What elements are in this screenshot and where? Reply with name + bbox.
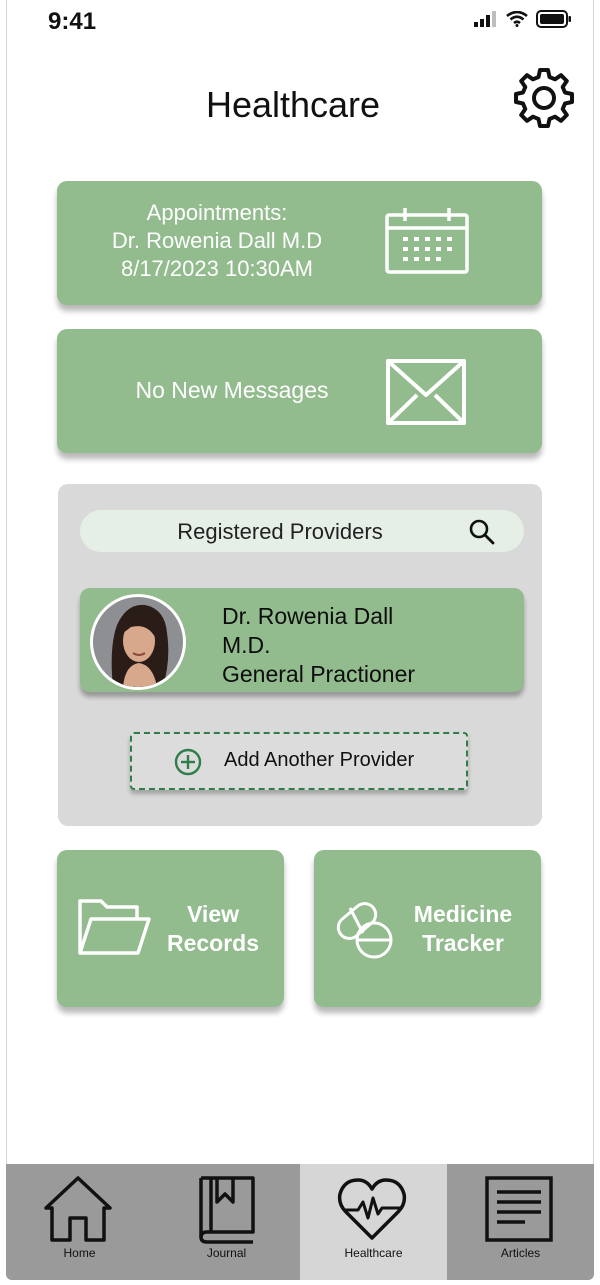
status-icons [474,10,572,28]
home-icon [44,1176,112,1242]
envelope-icon [386,359,466,425]
avatar [90,594,186,690]
medicine-tracker-label-line2: Tracker [422,930,504,956]
add-provider-label: Add Another Provider [224,749,415,771]
medicine-tracker-label-line1: Medicine [413,901,513,927]
nav-journal[interactable]: Journal [153,1164,300,1280]
status-time: 9:41 [48,8,97,35]
provider-specialty: General Practioner [222,661,416,687]
nav-articles-label: Articles [500,1246,541,1260]
signal-icon [474,11,496,27]
search-icon[interactable] [468,518,496,546]
nav-articles[interactable]: Articles [447,1164,594,1280]
provider-photo [93,597,183,687]
plus-circle-icon [174,748,202,776]
appointment-doctor: Dr. Rowenia Dall M.D [111,228,323,253]
heart-pulse-icon [337,1178,407,1240]
medicine-tracker-label: Medicine Tracker [398,900,528,958]
nav-home[interactable]: Home [6,1164,153,1280]
view-records-button[interactable]: View Records [57,850,284,1007]
calendar-icon [385,208,469,274]
messages-label: No New Messages [135,377,329,403]
provider-card[interactable]: Dr. Rowenia Dall M.D. General Practioner [80,588,524,692]
providers-panel: Registered Providers Dr. Rowenia Dall M.… [58,484,542,826]
provider-details: Dr. Rowenia Dall M.D. General Practioner [222,602,415,689]
page-title: Healthcare [205,84,381,125]
view-records-label: View Records [153,900,273,958]
medicine-tracker-button[interactable]: Medicine Tracker [314,850,541,1007]
appointment-datetime: 8/17/2023 10:30AM [120,256,314,281]
nav-healthcare-label: Healthcare [344,1246,403,1260]
nav-healthcare[interactable]: Healthcare [300,1164,447,1280]
nav-journal-label: Journal [206,1246,247,1260]
appointments-card[interactable]: Appointments: Dr. Rowenia Dall M.D 8/17/… [57,181,542,305]
view-records-label-line2: Records [166,930,260,956]
provider-name: Dr. Rowenia Dall [222,603,394,629]
view-records-label-line1: View [187,901,239,927]
gear-icon[interactable] [512,66,576,130]
appointment-heading: Appointments: [146,200,288,225]
battery-icon [536,10,571,28]
wifi-icon [506,11,528,27]
messages-card[interactable]: No New Messages [57,329,542,453]
appointment-text: Appointments: Dr. Rowenia Dall M.D 8/17/… [87,199,347,283]
providers-search-label: Registered Providers [177,519,383,544]
providers-search-bar[interactable]: Registered Providers [80,510,524,552]
folder-icon [78,899,151,955]
articles-icon [485,1176,553,1242]
add-provider-button[interactable]: Add Another Provider [130,732,468,790]
journal-icon [199,1176,255,1244]
pill-icon [336,902,393,959]
bottom-nav: Home Journal Healthcare Articles [6,1164,594,1280]
provider-credential: M.D. [222,632,271,658]
nav-home-label: Home [63,1246,96,1260]
